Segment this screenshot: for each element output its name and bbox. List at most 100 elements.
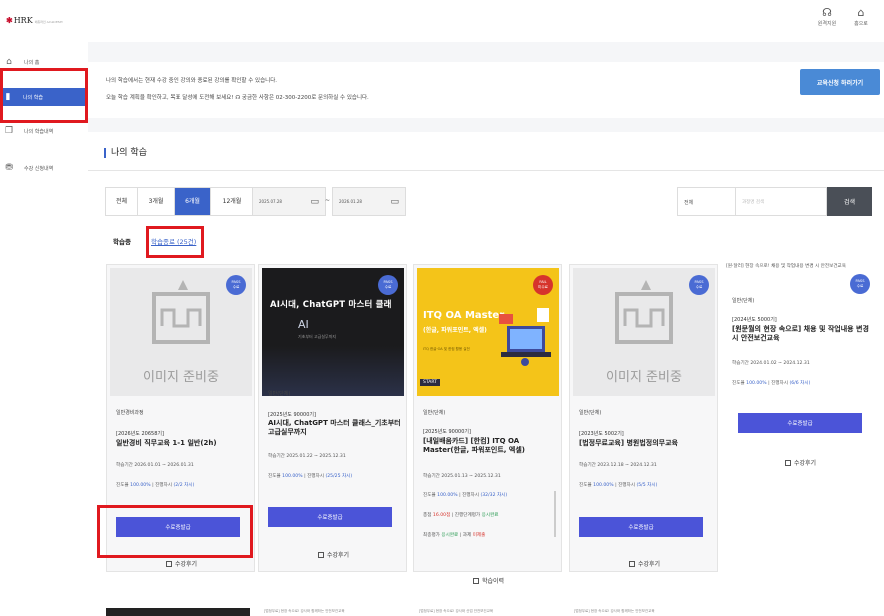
course-category: 일반(단체) [579,410,602,416]
course-card: 이미지 준비중 PASS 수료 일반(단체) [2023년도 5002기] [법정… [569,264,718,572]
date-to-input[interactable]: 2026.01.28 ▭ [332,187,406,216]
page-title: 나의 학습 [104,148,147,158]
tab-in-progress[interactable]: 학습중 [113,236,131,246]
calendar-icon[interactable]: ▭ [390,197,399,207]
course-title[interactable]: [내일배움카드] [한컴] ITQ OA Master(한글, 파워포인트, 엑… [423,437,553,455]
review-icon [784,460,791,466]
thumbnail-subtitle: AI [298,318,309,331]
review-link[interactable]: 수강후기 [259,550,408,559]
top-bar: ✱HRK 에듀라인 ACADEMY ☊ 원격지원 ⌂ 홈으로 [0,0,884,42]
course-card: ITQ OA Master (한글, 파워포인트, 엑셀) ITQ 한글·OA … [413,264,562,585]
go-home-label: 홈으로 [854,21,868,27]
search-button[interactable]: 검색 [827,187,872,216]
date-from-value: 2025.07.28 [259,199,282,204]
course-cohort: [2026년도 20658기] [116,431,164,437]
course-category: 일반(단체) [268,391,291,397]
sidebar-item-learning-history[interactable]: ❐ 나의 학습내역 [4,123,84,139]
thumbnail-description: ITQ 한글·OA 및 한컴 활용 실전 [423,347,470,351]
thumbnail-title: AI시대, ChatGPT 마스터 클래 [270,300,392,310]
course-period: 학습기간 2023.12.18 ~ 2024.12.31 [579,463,657,468]
sidebar-item-label: 나의 학습내역 [24,128,54,135]
sidebar-item-enrollment-history[interactable]: ⛃ 수강 신청내역 [4,160,84,176]
review-link[interactable]: 수강후기 [107,559,256,568]
review-icon [628,561,635,567]
review-icon [317,552,324,558]
laptop-illustration-icon [499,308,551,366]
card-scrollbar[interactable] [554,491,556,537]
course-progress: 진도율 100.00% | 진행차시 (6/6 차시) [732,381,811,386]
remote-support-button[interactable]: ☊ 원격지원 [812,6,842,27]
notice-line: 나의 학습에서는 현재 수강 중인 강의와 종료된 강의를 확인할 수 있습니다… [106,78,278,84]
course-title[interactable]: [원문월의 현장 속으로] 채용 및 작업내용 변경 시 안전보건교육 [732,325,874,343]
thumbnail-background [262,346,404,396]
filter-all[interactable]: 전체 [106,188,138,215]
status-badge: PASS 수료 [378,275,398,295]
filter-12-months[interactable]: 12개월 [211,188,253,215]
course-progress: 진도율 100.00% | 진행차시 (25/25 차시) [268,474,353,479]
status-badge: PASS 수료 [850,274,870,294]
course-cohort: [2024년도 5000기] [732,317,777,323]
calendar-icon[interactable]: ▭ [310,197,319,207]
course-thumbnail[interactable]: 이미지 준비중 PASS 수료 [110,268,252,396]
status-badge: PASS 수료 [689,275,709,295]
course-category: 일반(단체) [732,298,755,304]
highlight-box [97,505,253,558]
date-separator: ~ [325,197,331,204]
site-logo[interactable]: ✱HRK 에듀라인 ACADEMY [6,15,63,25]
search-scope-select[interactable]: 전체 [677,187,736,216]
course-thumbnail[interactable]: AI시대, ChatGPT 마스터 클래 AI 기초부터 고급실무까지 PASS… [262,268,404,396]
filter-6-months[interactable]: 6개월 [175,188,211,215]
thumbnail-start-label: START [420,379,440,386]
image-placeholder-text: 이미지 준비중 [606,370,682,385]
status-badge: FAIL 미수료 [533,275,553,295]
course-score: 총점 16.00점 | 진행단계평가 응시완료 [423,513,499,518]
next-card-title[interactable]: [법정무료] 현장 속으로! 강사와 함께하는 안전보건교육 [574,609,655,614]
sidebar-item-label: 수강 신청내역 [24,165,54,172]
divider [88,170,884,171]
learning-history-link[interactable]: 학습이력 [414,576,563,585]
next-card-title[interactable]: [법정무료] 현장 속으로! 강사와 산업 안전보건교육 [419,609,493,614]
review-link[interactable]: 수강후기 [726,458,875,467]
course-title[interactable]: [법정무료교육] 병원법정의무교육 [579,439,713,448]
home-icon: ⌂ [6,57,12,67]
remote-support-label: 원격지원 [817,21,837,27]
course-title[interactable]: AI시대, ChatGPT 마스터 클래스_기초부터 고급실무까지 [268,419,402,437]
period-filter: 전체 3개월 6개월 12개월 [105,187,254,216]
filter-3-months[interactable]: 3개월 [138,188,175,215]
certificate-button[interactable]: 수료증발급 [579,517,703,537]
course-thumbnail[interactable]: ITQ OA Master (한글, 파워포인트, 엑셀) ITQ 한글·OA … [417,268,559,396]
course-category: 일반경비과정 [116,410,144,416]
picture-frame-icon [615,280,673,344]
highlight-box [0,68,88,123]
thumbnail-title: ITQ OA Master [423,310,505,321]
status-badge: PASS 수료 [226,275,246,295]
course-title[interactable]: 일반경비 직무교육 1-1 일반(2h) [116,439,250,448]
notice-line: 오늘 학습 계획을 확인하고, 목표 달성에 도전해 보세요! ☊ 궁금한 사항… [106,95,369,101]
thumbnail-tagline: 기초부터 고급실무까지 [298,334,337,339]
certificate-button[interactable]: 수료증발급 [738,413,862,433]
review-link[interactable]: 수강후기 [570,559,719,568]
course-cohort: [2025년도 90000기] [423,429,471,435]
sidebar-item-label: 나의 홈 [24,59,40,66]
search-input[interactable]: 과정명 검색 [736,187,827,216]
course-thumbnail[interactable]: 이미지 준비중 PASS 수료 [573,268,715,396]
broken-image-alt[interactable]: [원·달러] 현장 속으로! 채용 및 작업내용 변경 시 안전보건교육 [726,264,876,270]
course-progress: 진도율 100.00% | 진행차시 (2/2 차시) [116,483,195,488]
thumbnail-subtitle: (한글, 파워포인트, 엑셀) [423,327,487,334]
apply-course-button[interactable]: 교육신청 하러가기 [800,69,880,95]
notice-banner: 나의 학습에서는 현재 수강 중인 강의와 종료된 강의를 확인할 수 있습니다… [88,62,884,118]
course-progress: 진도율 100.00% | 진행차시 (32/32 차시) [423,493,508,498]
certificate-button[interactable]: 수료증발급 [268,507,392,527]
go-home-button[interactable]: ⌂ 홈으로 [846,6,876,27]
logo-mark-icon: ✱ [6,15,13,25]
course-cohort: [2023년도 5002기] [579,431,624,437]
image-placeholder-text: 이미지 준비중 [143,370,219,385]
course-period: 학습기간 2024.01.02 ~ 2024.12.31 [732,361,810,366]
next-card-thumbnail[interactable] [106,608,250,616]
next-row-strip: [법정무료] 현장 속으로! 강사와 함께하는 안전보건교육 [법정무료] 현장… [106,608,884,616]
course-progress: 진도율 100.00% | 진행차시 (5/5 차시) [579,483,658,488]
picture-frame-icon [152,280,210,344]
next-card-title[interactable]: [법정무료] 현장 속으로! 강사와 함께하는 안전보건교육 [264,609,345,614]
date-from-input[interactable]: 2025.07.28 ▭ [252,187,326,216]
history-icon [472,578,479,584]
